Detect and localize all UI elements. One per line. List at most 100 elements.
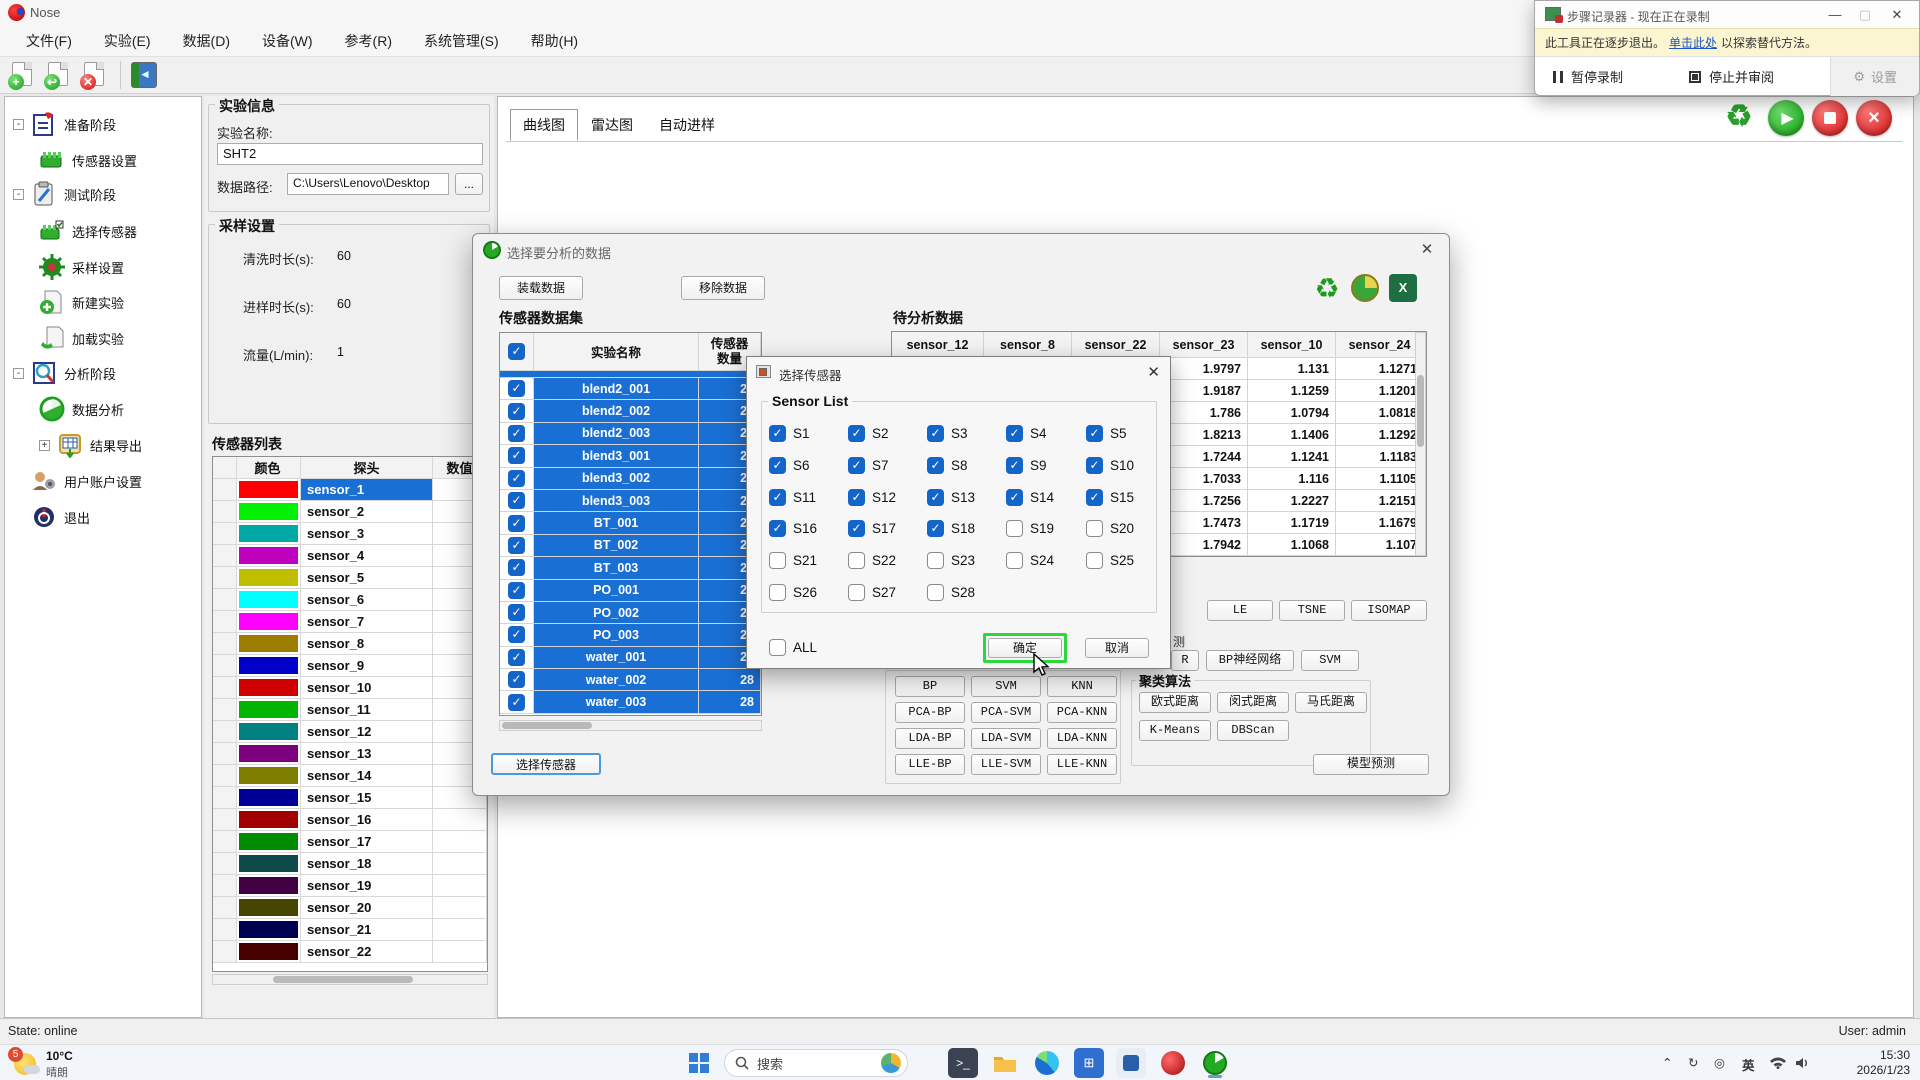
wifi-icon[interactable]	[1770, 1057, 1786, 1072]
algorithm-button-pca-bp[interactable]: PCA-BP	[895, 702, 965, 723]
taskbar-app-edge[interactable]	[1032, 1048, 1062, 1078]
sensor-name-cell[interactable]: sensor_18	[301, 853, 433, 874]
sensor-row[interactable]: sensor_16	[213, 809, 487, 831]
sensor-checkbox-item-s4[interactable]: ✓S4	[1006, 425, 1047, 442]
sensor-checkbox[interactable]: ✓	[1086, 457, 1103, 474]
sensor-row[interactable]: sensor_3	[213, 523, 487, 545]
dataset-row[interactable]: ✓blend3_00228	[500, 468, 761, 490]
sensor-row[interactable]: sensor_5	[213, 567, 487, 589]
sensor-row[interactable]: sensor_6	[213, 589, 487, 611]
sensor-name-cell[interactable]: sensor_17	[301, 831, 433, 852]
minimize-icon[interactable]: —	[1827, 7, 1843, 23]
sensor-checkbox[interactable]: ✓	[848, 457, 865, 474]
sensor-row[interactable]: sensor_13	[213, 743, 487, 765]
dataset-name-cell[interactable]: water_001	[534, 647, 699, 668]
dataset-name-cell[interactable]: BT_003	[534, 557, 699, 578]
tree-item-11[interactable]: 用户账户设置	[13, 466, 142, 496]
sensor-name-cell[interactable]: sensor_2	[301, 501, 433, 522]
sensor-row[interactable]: sensor_15	[213, 787, 487, 809]
sensor-checkbox-item-s2[interactable]: ✓S2	[848, 425, 889, 442]
sensor-row[interactable]: sensor_1	[213, 479, 487, 501]
row-checkbox[interactable]: ✓	[508, 649, 525, 666]
sensor-checkbox-item-s22[interactable]: S22	[848, 552, 896, 569]
cluster-button-dbscan[interactable]: DBScan	[1217, 720, 1289, 741]
sensor-checkbox[interactable]: ✓	[769, 425, 786, 442]
all-checkbox[interactable]	[769, 639, 786, 656]
tree-item-3[interactable]: -测试阶段	[13, 179, 116, 209]
sensor-checkbox[interactable]: ✓	[769, 489, 786, 506]
taskbar-app-explorer[interactable]	[990, 1048, 1020, 1078]
row-checkbox[interactable]: ✓	[508, 626, 525, 643]
cluster-button-2[interactable]: 闵式距离	[1217, 692, 1289, 713]
algorithm-button-knn[interactable]: KNN	[1047, 676, 1117, 697]
experiment-name-input[interactable]: SHT2	[217, 143, 483, 165]
row-checkbox[interactable]: ✓	[508, 537, 525, 554]
sensor-row[interactable]: sensor_17	[213, 831, 487, 853]
taskbar-app-office[interactable]	[1116, 1048, 1146, 1078]
panel-toggle-icon[interactable]	[131, 62, 157, 88]
plot-tab-3[interactable]: 自动进样	[646, 109, 728, 141]
partial-classifier-button[interactable]: R	[1171, 650, 1199, 671]
sensor-name-cell[interactable]: sensor_4	[301, 545, 433, 566]
sensor-checkbox[interactable]: ✓	[927, 520, 944, 537]
sensor-checkbox-item-s16[interactable]: ✓S16	[769, 520, 817, 537]
dataset-name-cell[interactable]: PO_003	[534, 624, 699, 645]
sensor-row[interactable]: sensor_21	[213, 919, 487, 941]
sensor-checkbox[interactable]	[1006, 552, 1023, 569]
dataset-name-cell[interactable]: blend2_002	[534, 400, 699, 421]
tree-item-5[interactable]: 采样设置	[39, 252, 124, 282]
taskbar-clock[interactable]: 15:30 2026/1/23	[1857, 1048, 1910, 1078]
load-data-button[interactable]: 装载数据	[499, 276, 583, 300]
classifier-button-svm[interactable]: SVM	[1301, 650, 1359, 671]
dataset-row[interactable]: ✓BT_00228	[500, 535, 761, 557]
algorithm-button-bp[interactable]: BP	[895, 676, 965, 697]
sensor-checkbox-item-s7[interactable]: ✓S7	[848, 457, 889, 474]
weather-widget[interactable]: 5 10°C 晴朗	[6, 1047, 156, 1079]
sensor-name-cell[interactable]: sensor_13	[301, 743, 433, 764]
sensor-name-cell[interactable]: sensor_8	[301, 633, 433, 654]
cluster-button-1[interactable]: 欧式距离	[1139, 692, 1211, 713]
menu-item-1[interactable]: 文件(F)	[12, 27, 86, 55]
tree-item-12[interactable]: 退出	[13, 502, 90, 532]
sensor-checkbox[interactable]: ✓	[769, 457, 786, 474]
row-checkbox[interactable]: ✓	[508, 425, 525, 442]
sensor-name-cell[interactable]: sensor_6	[301, 589, 433, 610]
refresh-icon[interactable]: ♻	[1722, 100, 1756, 134]
sensor-name-cell[interactable]: sensor_12	[301, 721, 433, 742]
dataset-name-cell[interactable]: PO_002	[534, 602, 699, 623]
sensor-row[interactable]: sensor_2	[213, 501, 487, 523]
sensor-row[interactable]: sensor_8	[213, 633, 487, 655]
dataset-row[interactable]: ✓blend2_00128	[500, 378, 761, 400]
sensor-row[interactable]: sensor_18	[213, 853, 487, 875]
dataset-row[interactable]: ✓PO_00328	[500, 624, 761, 646]
select-sensor-button[interactable]: 选择传感器	[491, 753, 601, 775]
sensor-checkbox[interactable]: ✓	[927, 425, 944, 442]
row-checkbox[interactable]: ✓	[508, 447, 525, 464]
sensor-checkbox-item-s26[interactable]: S26	[769, 584, 817, 601]
sensor-dialog-close-icon[interactable]: ✕	[1147, 363, 1160, 381]
dim-reduction-button-le[interactable]: LE	[1207, 600, 1273, 621]
sensor-checkbox-item-s19[interactable]: S19	[1006, 520, 1054, 537]
sensor-checkbox[interactable]: ✓	[848, 425, 865, 442]
sensor-checkbox[interactable]	[848, 584, 865, 601]
taskbar-app-store[interactable]: ⊞	[1074, 1048, 1104, 1078]
dim-reduction-button-tsne[interactable]: TSNE	[1279, 600, 1345, 621]
cancel-button[interactable]: 取消	[1085, 638, 1149, 658]
classifier-button-bp-network[interactable]: BP神经网络	[1206, 650, 1294, 671]
tray-chevron-icon[interactable]: ⌃	[1662, 1055, 1672, 1070]
load-experiment-toolbar-button[interactable]: ↩	[44, 60, 74, 90]
dataset-row[interactable]: ✓blend2_00228	[500, 400, 761, 422]
close-run-button[interactable]: ×	[1856, 100, 1892, 136]
medal-icon[interactable]	[1351, 274, 1379, 302]
sensor-checkbox-item-s9[interactable]: ✓S9	[1006, 457, 1047, 474]
algorithm-button-lda-bp[interactable]: LDA-BP	[895, 728, 965, 749]
dataset-name-cell[interactable]: BT_001	[534, 512, 699, 533]
sensor-checkbox-item-s21[interactable]: S21	[769, 552, 817, 569]
sensor-name-cell[interactable]: sensor_14	[301, 765, 433, 786]
sensor-checkbox[interactable]: ✓	[769, 520, 786, 537]
sensor-row[interactable]: sensor_11	[213, 699, 487, 721]
sensor-row[interactable]: sensor_19	[213, 875, 487, 897]
dataset-name-cell[interactable]: blend3_002	[534, 468, 699, 489]
tree-expander-icon[interactable]: -	[13, 368, 24, 379]
dim-reduction-button-isomap[interactable]: ISOMAP	[1351, 600, 1427, 621]
